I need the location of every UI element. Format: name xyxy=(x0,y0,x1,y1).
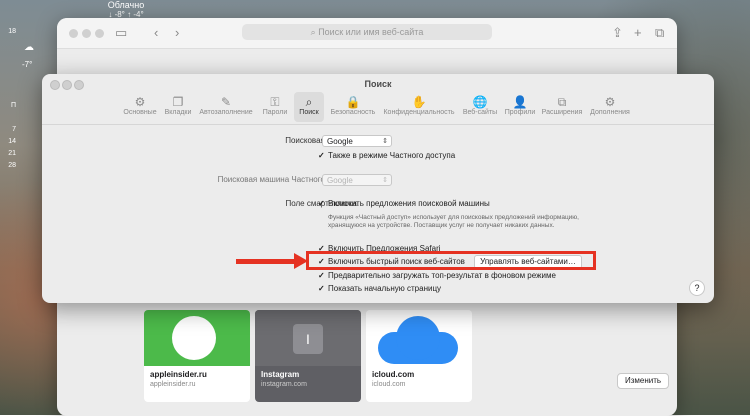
tab-passwords[interactable]: ⚿ Пароли xyxy=(256,92,294,122)
address-bar[interactable]: ⌕ Поиск или имя веб-сайта xyxy=(242,24,492,40)
globe-icon: 🌐 xyxy=(472,95,488,109)
safari-toolbar: ▭ ‹ › ⌕ Поиск или имя веб-сайта ⇪ + ⧉ xyxy=(57,18,677,49)
minimize-button[interactable] xyxy=(82,29,91,38)
favorite-tile[interactable]: I Instagram instagram.com xyxy=(255,310,361,402)
back-icon[interactable]: ‹ xyxy=(154,25,158,40)
favorites-grid: appleinsider.ru appleinsider.ru I Instag… xyxy=(144,310,564,416)
zoom-button[interactable] xyxy=(95,29,104,38)
tabs-icon: ❐ xyxy=(172,95,184,109)
person-icon: 👤 xyxy=(512,95,528,109)
cloud-icon: ☁ xyxy=(24,42,34,53)
new-tab-icon[interactable]: + xyxy=(634,25,642,40)
favorite-name: appleinsider.ru xyxy=(150,370,207,379)
favorite-name: icloud.com xyxy=(372,370,415,379)
forward-icon[interactable]: › xyxy=(175,25,179,40)
widget-temp: -7° xyxy=(22,60,33,69)
tab-general[interactable]: ⚙ Основные xyxy=(120,92,160,122)
preferences-toolbar: ⚙ Основные ❐ Вкладки ✎ Автозаполнение ⚿ Паро… xyxy=(42,90,714,125)
start-page-checkbox[interactable]: ✓ Показать начальную страницу xyxy=(318,284,441,293)
window-title: Поиск xyxy=(364,79,392,89)
private-engine-select: Google ⇕ xyxy=(322,174,392,186)
tab-extensions[interactable]: ⧉ Расширения xyxy=(538,92,586,122)
tab-profiles[interactable]: 👤 Профили xyxy=(502,92,538,122)
share-icon[interactable]: ⇪ xyxy=(612,25,623,41)
suggestions-description: Функция «Частный доступ» использует для … xyxy=(328,214,579,229)
help-button[interactable]: ? xyxy=(689,280,705,296)
key-icon: ⚿ xyxy=(270,95,280,109)
tab-autofill[interactable]: ✎ Автозаполнение xyxy=(196,92,256,122)
checkmark-icon: ✓ xyxy=(318,271,325,280)
tab-search[interactable]: ⌕ Поиск xyxy=(294,92,324,122)
search-icon: ⌕ xyxy=(305,95,313,109)
favorite-letter: I xyxy=(293,324,323,354)
favorite-thumbnail xyxy=(144,310,250,366)
checkmark-icon: ✓ xyxy=(318,151,325,160)
preload-checkbox[interactable]: ✓ Предварительно загружать топ-результат … xyxy=(318,271,556,280)
weather-widget: Облачно ↓ -8° ↑ -4° xyxy=(96,0,156,20)
calendar-day: 21 xyxy=(8,150,16,157)
puzzle-icon: ⧉ xyxy=(557,95,567,109)
close-button[interactable] xyxy=(69,29,78,38)
tab-websites[interactable]: 🌐 Веб-сайты xyxy=(458,92,502,122)
favorite-name: Instagram xyxy=(261,370,300,379)
lock-icon: 🔒 xyxy=(345,95,361,109)
calendar-day: 28 xyxy=(8,162,16,169)
chevron-updown-icon: ⇕ xyxy=(382,177,388,184)
tab-advanced[interactable]: ⚙ Дополнения xyxy=(586,92,634,122)
favorite-tile[interactable]: appleinsider.ru appleinsider.ru xyxy=(144,310,250,402)
favorite-thumbnail: I xyxy=(255,310,361,366)
calendar-day: 18 xyxy=(8,28,16,35)
tab-tabs[interactable]: ❐ Вкладки xyxy=(160,92,196,122)
highlight-box xyxy=(306,251,596,270)
search-engine-select[interactable]: Google ⇕ xyxy=(322,135,392,147)
favorite-url: icloud.com xyxy=(372,381,406,388)
tab-security[interactable]: 🔒 Безопасность xyxy=(326,92,380,122)
sidebar-icon[interactable]: ▭ xyxy=(115,25,127,41)
calendar-day: 14 xyxy=(8,138,16,145)
private-mode-checkbox[interactable]: ✓ Также в режиме Частного доступа xyxy=(318,151,455,160)
autofill-icon: ✎ xyxy=(220,95,232,109)
favorite-url: instagram.com xyxy=(261,381,307,388)
gear-icon: ⚙ xyxy=(134,95,146,109)
checkmark-icon: ✓ xyxy=(318,284,325,293)
checkmark-icon: ✓ xyxy=(318,199,325,208)
favorite-url: appleinsider.ru xyxy=(150,381,196,388)
arrow-annotation-icon xyxy=(236,253,308,269)
hand-icon: ✋ xyxy=(411,95,427,109)
calendar-day: 7 xyxy=(12,126,16,133)
tab-overview-icon[interactable]: ⧉ xyxy=(655,25,664,41)
gears-icon: ⚙ xyxy=(604,95,616,109)
calendar-weekday: П xyxy=(10,102,16,109)
edit-favorites-button[interactable]: Изменить xyxy=(617,373,669,389)
tab-privacy[interactable]: ✋ Конфиденциальность xyxy=(380,92,458,122)
favorite-tile[interactable]: icloud.com icloud.com xyxy=(366,310,472,402)
address-placeholder: Поиск или имя веб-сайта xyxy=(318,27,424,37)
suggestions-checkbox[interactable]: ✓ Включить предложения поисковой машины xyxy=(318,199,490,208)
chevron-updown-icon: ⇕ xyxy=(382,138,388,145)
cloud-icon xyxy=(366,310,472,366)
weather-condition: Облачно xyxy=(107,0,145,10)
